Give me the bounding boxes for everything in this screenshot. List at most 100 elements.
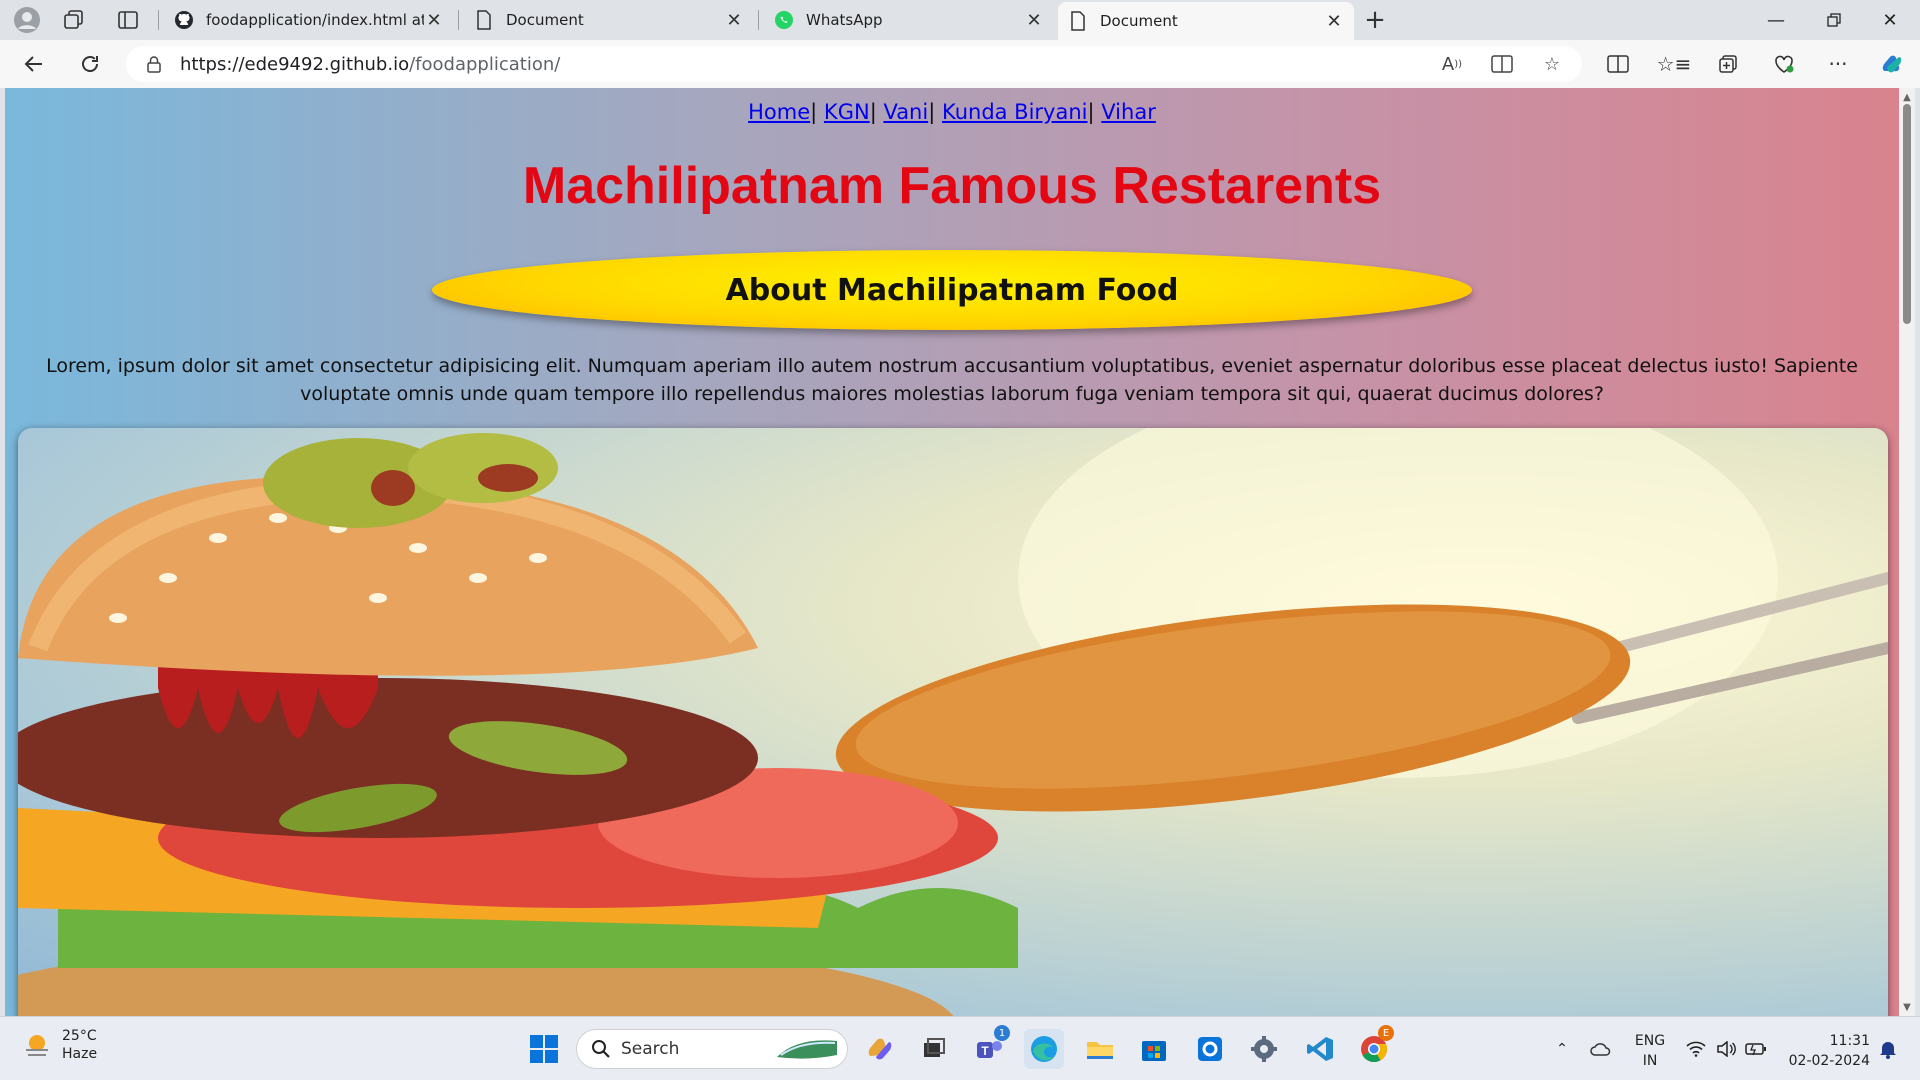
restore-icon[interactable] (1806, 0, 1862, 40)
copilot-icon[interactable] (1874, 48, 1910, 80)
notification-bell-icon[interactable] (1874, 1017, 1902, 1080)
search-label: Search (621, 1039, 680, 1059)
nav-separator: | (810, 100, 818, 124)
task-view-icon[interactable] (914, 1029, 954, 1069)
nav-link-kgn[interactable]: KGN (824, 100, 870, 124)
nav-separator: | (1087, 100, 1095, 124)
close-tab-icon[interactable]: ✕ (424, 10, 444, 31)
scroll-up-icon[interactable]: ▲ (1902, 92, 1912, 103)
nav-separator: | (869, 100, 877, 124)
volume-icon[interactable] (1712, 1017, 1740, 1080)
tab-separator (458, 10, 459, 30)
wifi-icon[interactable] (1682, 1017, 1710, 1080)
intro-paragraph: Lorem, ipsum dolor sit amet consectetur … (46, 355, 1858, 405)
tab-strip: foodapplication/index.html at ma ✕ Docum… (0, 0, 1920, 40)
page-viewport: Home| KGN| Vani| Kunda Biryani| Vihar Ma… (5, 88, 1899, 1016)
workspaces-icon[interactable] (62, 8, 88, 32)
scrollbar-thumb[interactable] (1903, 104, 1911, 324)
url-path: /foodapplication/ (409, 53, 561, 75)
file-explorer-icon[interactable] (1080, 1029, 1120, 1069)
tab-label: foodapplication/index.html at ma (206, 11, 424, 29)
close-tab-icon[interactable]: ✕ (1024, 10, 1044, 31)
immersive-reader-icon[interactable] (1484, 50, 1520, 78)
page-scrollbar[interactable]: ▲ ▼ (1899, 88, 1915, 1016)
burger-illustration (18, 428, 1888, 1016)
tab-document-1[interactable]: Document ✕ (464, 4, 754, 36)
back-button[interactable] (16, 48, 52, 80)
tab-label: Document (1100, 12, 1178, 30)
refresh-button[interactable] (72, 48, 108, 80)
github-icon (174, 10, 194, 30)
show-hidden-icons[interactable]: ⌃ (1548, 1017, 1576, 1080)
favorites-icon[interactable]: ☆≡ (1656, 48, 1692, 80)
browser-essentials-icon[interactable] (1766, 48, 1802, 80)
collections-icon[interactable] (1710, 48, 1746, 80)
nav-link-home[interactable]: Home (748, 100, 810, 124)
search-highlight-icon (775, 1037, 839, 1061)
lang-line1: ENG (1634, 1033, 1666, 1049)
address-bar[interactable]: https://ede9492.github.io/foodapplicatio… (126, 46, 1582, 82)
read-aloud-icon[interactable]: A)) (1434, 50, 1470, 78)
language-indicator[interactable]: ENG IN (1630, 1031, 1670, 1071)
tab-whatsapp[interactable]: WhatsApp ✕ (764, 4, 1054, 36)
nav-link-vihar[interactable]: Vihar (1101, 100, 1156, 124)
taskbar-search[interactable]: Search (576, 1029, 848, 1069)
search-icon (591, 1039, 611, 1059)
chrome-icon[interactable]: E (1354, 1025, 1394, 1069)
weather-widget[interactable]: 25°C Haze (22, 1027, 97, 1063)
whatsapp-icon (774, 10, 794, 30)
tab-label: WhatsApp (806, 11, 883, 29)
lock-icon[interactable] (144, 54, 164, 74)
teams-icon[interactable]: T 1 (970, 1025, 1010, 1069)
document-icon (1068, 11, 1088, 31)
battery-icon[interactable] (1742, 1017, 1770, 1080)
close-tab-icon[interactable]: ✕ (724, 10, 744, 31)
svg-text:T: T (981, 1044, 989, 1058)
start-button[interactable] (524, 1029, 564, 1069)
nav-link-vani[interactable]: Vani (883, 100, 928, 124)
windows-taskbar: 25°C Haze Search T 1 E ⌃ ENG IN 11:31 02… (0, 1016, 1920, 1080)
tab-label: Document (506, 11, 584, 29)
nav-link-kunda-biryani[interactable]: Kunda Biryani (942, 100, 1088, 124)
tab-separator (758, 10, 759, 30)
clock-date: 02-02-2024 (1788, 1053, 1870, 1069)
close-tab-icon[interactable]: ✕ (1324, 11, 1344, 32)
document-icon (474, 10, 494, 30)
scroll-down-icon[interactable]: ▼ (1902, 1002, 1912, 1013)
tab-separator (158, 10, 159, 30)
about-heading-oval: About Machilipatnam Food (432, 250, 1472, 330)
copilot-preview-icon[interactable] (860, 1029, 900, 1069)
clock-time: 11:31 (1829, 1033, 1870, 1049)
nav-separator: | (928, 100, 936, 124)
taskbar-clock[interactable]: 11:31 02-02-2024 (1780, 1031, 1870, 1071)
onedrive-sync-icon[interactable] (1586, 1017, 1616, 1080)
settings-gear-icon[interactable] (1244, 1029, 1284, 1069)
outlook-icon[interactable] (1190, 1029, 1230, 1069)
url-host: https://ede9492.github.io (180, 53, 410, 75)
weather-temp: 25°C (62, 1028, 97, 1044)
page-title: Machilipatnam Famous Restarents (522, 157, 1382, 215)
browser-toolbar: https://ede9492.github.io/foodapplicatio… (0, 40, 1920, 88)
favorite-star-icon[interactable]: ☆ (1534, 50, 1570, 78)
tab-document-active[interactable]: Document ✕ (1058, 2, 1354, 40)
minimize-icon[interactable]: — (1748, 0, 1804, 40)
teams-badge: 1 (994, 1025, 1010, 1041)
edge-icon[interactable] (1024, 1029, 1064, 1069)
haze-weather-icon (26, 1035, 48, 1056)
new-tab-button[interactable]: + (1360, 5, 1390, 35)
profile-avatar-icon[interactable] (12, 6, 42, 34)
split-screen-icon[interactable] (1600, 48, 1636, 80)
weather-desc: Haze (62, 1046, 98, 1062)
vertical-tabs-icon[interactable] (116, 8, 142, 32)
hero-food-image (18, 428, 1888, 1016)
vscode-icon[interactable] (1300, 1029, 1340, 1069)
tab-github[interactable]: foodapplication/index.html at ma ✕ (164, 4, 454, 36)
top-nav: Home| KGN| Vani| Kunda Biryani| Vihar (5, 100, 1899, 124)
url-text: https://ede9492.github.io/foodapplicatio… (180, 54, 560, 75)
more-options-icon[interactable]: ··· (1820, 48, 1856, 80)
close-window-icon[interactable]: ✕ (1862, 0, 1918, 40)
lang-line2: IN (1642, 1053, 1658, 1069)
chrome-badge: E (1378, 1025, 1394, 1041)
weather-text: 25°C Haze (62, 1027, 97, 1063)
microsoft-store-icon[interactable] (1134, 1029, 1174, 1069)
